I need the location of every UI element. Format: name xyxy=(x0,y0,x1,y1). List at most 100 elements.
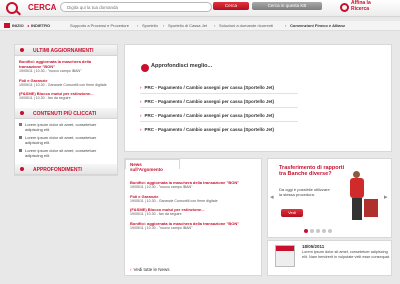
bullet-icon xyxy=(19,135,22,139)
approfondisci-title: Approfondisci meglio... xyxy=(151,63,213,69)
banner-text: Da oggi è possibile utilizzare la stessa… xyxy=(279,187,330,197)
ultimi-title: ULTIMI AGGIORNAMENTI xyxy=(33,48,94,54)
doc-link-label: PRC - Pagamento / Cambio assegni per cas… xyxy=(144,127,275,132)
list-item[interactable]: Lorem ipsum dolor sit amet, consetetuer … xyxy=(19,135,113,145)
refine-search-link[interactable]: Affina la Ricerca xyxy=(351,0,371,12)
cliccati-title: CONTENUTI PIÙ CLICCATI xyxy=(33,110,97,117)
breadcrumb-home[interactable]: INIZIO xyxy=(12,23,24,28)
doc-link[interactable]: › PRC - Pagamento / Cambio assegni per ca… xyxy=(140,99,274,104)
news-date: 19/05/11 | 10.30 - fan da seguire xyxy=(19,96,71,100)
list-item[interactable]: Bonifici: aggiornata la maschera della t… xyxy=(130,221,260,231)
bullet-icon xyxy=(20,166,24,171)
carousel-dot[interactable] xyxy=(316,229,320,233)
tab-topic-news[interactable]: News sull'Argomento xyxy=(125,159,180,172)
news-date: 19/05/11 | 10.30 - Garanzie Consortili c… xyxy=(19,82,107,87)
topic-news-list: Bonifici: aggiornata la maschera della t… xyxy=(130,180,260,234)
bullet-icon xyxy=(20,48,24,52)
breadcrumb-current: Convenzioni Fineco e Allianz xyxy=(290,23,345,28)
chevron-right-icon: › xyxy=(140,113,142,118)
figure-head xyxy=(353,171,360,178)
list-item[interactable]: (F&SME) Blocco mutui per estinzione... 1… xyxy=(130,207,260,217)
news-title[interactable]: Bonifici: aggiornata la maschera della t… xyxy=(19,59,113,69)
calendar-date: 18/05/2011 xyxy=(302,244,325,249)
refine-search-icon[interactable] xyxy=(340,3,349,12)
bullet-icon xyxy=(19,122,22,126)
list-item[interactable]: (F&SME) Blocco mutui per estinzione... 1… xyxy=(19,91,113,101)
list-item-text[interactable]: Lorem ipsum dolor sit amet, consetetuer … xyxy=(25,135,113,145)
breadcrumb-back[interactable]: INDIETRO xyxy=(31,23,50,28)
breadcrumb-separator-icon: › xyxy=(163,23,165,28)
info-icon xyxy=(141,64,149,72)
vedi-button[interactable]: Vedi xyxy=(281,209,303,217)
divider xyxy=(140,107,298,108)
list-item-text[interactable]: Lorem ipsum dolor sit amet, consetetuer … xyxy=(25,122,113,132)
list-item[interactable]: Lorem ipsum dolor sit amet, consetetuer … xyxy=(19,148,113,158)
search-kb-button[interactable]: Cerca in questa KB xyxy=(252,2,322,10)
all-news-link[interactable]: › Vedi tutte le News xyxy=(130,267,170,272)
doc-link[interactable]: › PRC - Pagamento / Cambio assegni per ca… xyxy=(140,113,274,118)
calendar-box: 18/05/2011 Lorem ipsum dolor sit amet, c… xyxy=(267,240,392,276)
doc-link[interactable]: › PRC - Pagamento / Cambio assegni per ca… xyxy=(140,127,274,132)
calendar-icon xyxy=(275,245,295,267)
top-search-bar: CERCA Cerca Cerca in questa KB Affina la… xyxy=(0,0,400,17)
breadcrumb: INIZIO ◂ INDIETRO Supporto a Processi e … xyxy=(0,21,400,31)
latest-updates-list: Bonifici: aggiornata la maschera della t… xyxy=(15,56,117,108)
breadcrumb-item[interactable]: Sportello di Cassa Jet xyxy=(168,23,207,28)
carousel-dots xyxy=(304,229,334,233)
carousel-dot[interactable] xyxy=(328,229,332,233)
home-icon[interactable] xyxy=(4,23,10,28)
topic-news-panel: News sull'Argomento Bonifici: aggiornata… xyxy=(124,158,262,276)
search-input[interactable] xyxy=(60,2,212,12)
approfondimenti-title: APPROFONDIMENTI xyxy=(33,166,82,173)
chevron-right-icon: › xyxy=(140,127,142,132)
calendar-text: Lorem ipsum dolor sit amet, consetetuer … xyxy=(302,250,391,259)
cerca-label: CERCA xyxy=(28,3,57,12)
news-date: 19/05/11 | 10.30 - Garanzie Consortili c… xyxy=(130,198,218,203)
breadcrumb-separator-icon: › xyxy=(285,23,287,28)
breadcrumb-separator-icon: › xyxy=(137,23,139,28)
chevron-right-icon: › xyxy=(140,85,142,90)
approfondisci-panel: Approfondisci meglio... › PRC - Pagamento… xyxy=(124,44,392,152)
doc-link-label: PRC - Pagamento / Cambio assegni per cas… xyxy=(144,85,275,90)
breadcrumb-item[interactable]: Sportello xyxy=(142,23,158,28)
list-item[interactable]: Bonifici: aggiornata la maschera della t… xyxy=(19,59,113,74)
left-sidebar: ULTIMI AGGIORNAMENTI Bonifici: aggiornat… xyxy=(14,44,118,176)
cliccati-header: CONTENUTI PIÙ CLICCATI xyxy=(15,107,117,119)
list-item[interactable]: Fidi e Garanzie 19/05/11 | 10.30 - Garan… xyxy=(130,194,260,204)
breadcrumb-item[interactable]: Supporto a Processi e Procedure xyxy=(70,23,129,28)
doc-link-label: PRC - Pagamento / Cambio assegni per cas… xyxy=(144,99,275,104)
doc-link[interactable]: › PRC - Pagamento / Cambio assegni per ca… xyxy=(140,85,274,90)
list-item[interactable]: Fidi e Garanzie 19/05/11 | 10.30 - Garan… xyxy=(19,78,113,88)
list-item-text[interactable]: Lorem ipsum dolor sit amet, consetetuer … xyxy=(25,148,113,158)
ultimi-header: ULTIMI AGGIORNAMENTI xyxy=(15,45,117,56)
bullet-icon xyxy=(19,148,22,152)
carousel-dot[interactable] xyxy=(322,229,326,233)
news-date: 19/05/11 | 10.30 - "nuovo campo IBAN" xyxy=(130,225,193,230)
carousel-dot-active[interactable] xyxy=(304,229,308,233)
chevron-right-icon: › xyxy=(140,99,142,104)
promo-banner: ◂ ▸ Trasferimento di rapporti tra Banche… xyxy=(267,158,392,238)
carousel-dot[interactable] xyxy=(310,229,314,233)
arrow-right-icon[interactable]: ▸ xyxy=(384,193,388,201)
divider xyxy=(140,121,298,122)
divider xyxy=(140,93,298,94)
approfondimenti-header[interactable]: APPROFONDIMENTI xyxy=(15,163,117,175)
boxes-illustration xyxy=(364,199,378,217)
figure-legs xyxy=(352,198,362,220)
search-icon xyxy=(6,2,18,14)
chevron-right-icon: › xyxy=(130,267,132,272)
news-date: 19/05/11 | 10.30 - fan da seguire xyxy=(130,212,182,216)
list-item[interactable]: Bonifici: aggiornata la maschera della t… xyxy=(130,180,260,190)
breadcrumb-item[interactable]: Soluzioni a domande ricorrenti xyxy=(219,23,273,28)
all-news-label: Vedi tutte le News xyxy=(133,267,170,272)
arrow-left-icon[interactable]: ◂ xyxy=(270,193,274,201)
most-clicked-list: Lorem ipsum dolor sit amet, consetetuer … xyxy=(15,119,117,164)
search-button[interactable]: Cerca xyxy=(213,2,249,10)
list-item[interactable]: Lorem ipsum dolor sit amet, consetetuer … xyxy=(19,122,113,132)
figure-body xyxy=(350,178,364,198)
refine-line2: Ricerca xyxy=(351,5,370,12)
news-date: 19/05/11 | 10.30 - "nuovo campo IBAN" xyxy=(19,69,82,73)
back-chevron-icon: ◂ xyxy=(27,23,30,28)
news-date: 19/05/11 | 10.30 - "nuovo campo IBAN" xyxy=(130,185,193,189)
doc-link-label: PRC - Pagamento / Cambio assegni per cas… xyxy=(144,113,275,118)
